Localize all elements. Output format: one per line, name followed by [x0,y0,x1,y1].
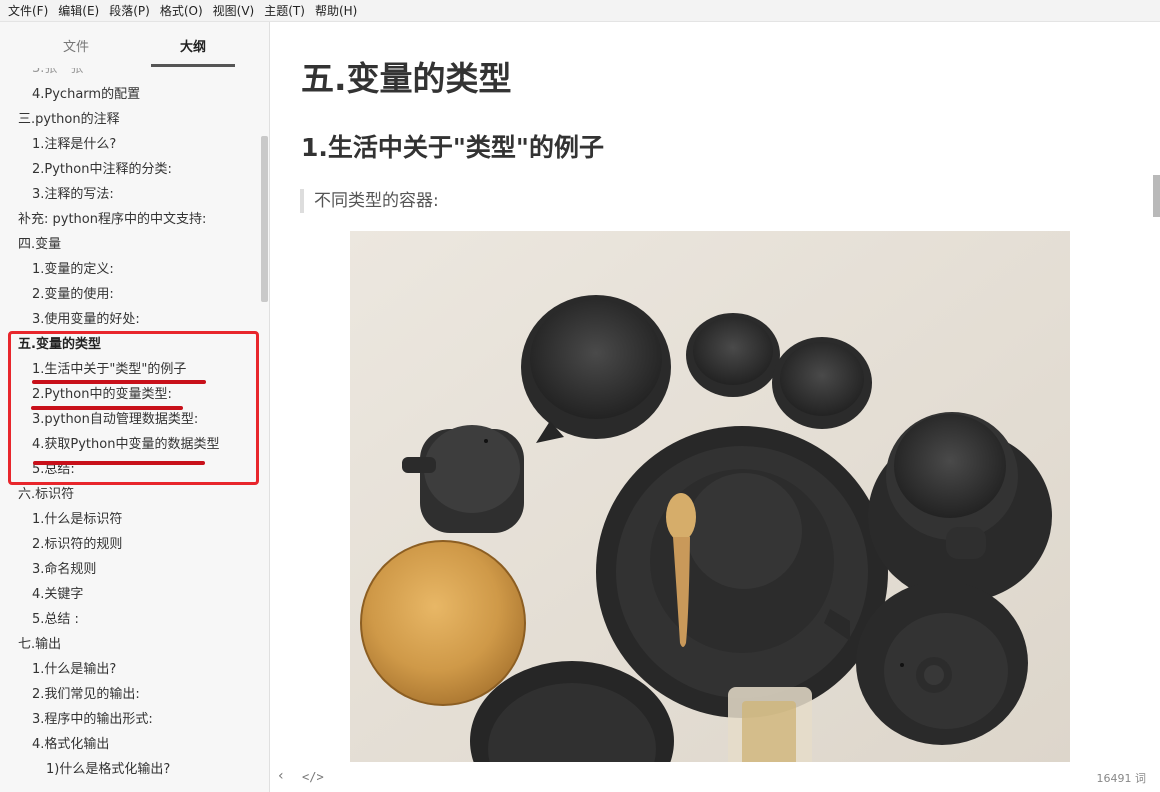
outline-item[interactable]: 2.Python中的变量类型: [0,382,262,407]
outline-item[interactable]: 1.什么是输出? [0,657,262,682]
outline-item[interactable]: 1)什么是格式化输出? [0,757,262,782]
outline-item[interactable]: 3.程序中的输出形式: [0,707,262,732]
outline-list: 3.张一张 4.Pycharm的配置 三.python的注释 1.注释是什么? 2.Py… [0,68,262,782]
menu-item[interactable]: 编辑(E) [54,0,103,22]
outline-item[interactable]: 1.变量的定义: [0,257,262,282]
outline-item[interactable]: 四.变量 [0,232,262,257]
chevron-left-icon[interactable]: ‹ [278,768,284,784]
outline-item[interactable]: 3.python自动管理数据类型: [0,407,262,432]
outline-item[interactable]: 2.变量的使用: [0,282,262,307]
word-count: 16491 词 [1096,772,1147,785]
outline-item[interactable]: 3.张一张 [0,68,262,82]
menu-item[interactable]: 格式(O) [156,0,207,22]
outline-item[interactable]: 5.总结: [0,457,262,482]
sidebar-tabs: 文件 大纲 [0,22,269,68]
outline-item[interactable]: 三.python的注释 [0,107,262,132]
source-code-icon[interactable]: </> [302,770,324,784]
heading-1: 五.变量的类型 [301,59,512,98]
status-bar: ‹ </> 16491 词 [271,762,1160,792]
outline-item[interactable]: 3.命名规则 [0,557,262,582]
outline-item[interactable]: 五.变量的类型 [0,332,262,357]
outline-item[interactable]: 3.使用变量的好处: [0,307,262,332]
outline-item[interactable]: 1.注释是什么? [0,132,262,157]
outline-item[interactable]: 4.获取Python中变量的数据类型 [0,432,262,457]
menu-item[interactable]: 文件(F) [4,0,52,22]
photo-drawing [350,231,1070,762]
outline-item[interactable]: 补充: python程序中的中文支持: [0,207,262,232]
outline-item[interactable]: 2.我们常见的输出: [0,682,262,707]
outline-item[interactable]: 5.总结 : [0,607,262,632]
menu-item[interactable]: 段落(P) [105,0,154,22]
tab-files[interactable]: 文件 [26,36,126,55]
outline-item[interactable]: 2.标识符的规则 [0,532,262,557]
outline-item[interactable]: 4.关键字 [0,582,262,607]
heading-2: 1.生活中关于"类型"的例子 [301,133,604,162]
containers-photo [350,231,1070,762]
outline-item[interactable]: 1.生活中关于"类型"的例子 [0,357,262,382]
menu-item[interactable]: 帮助(H) [311,0,361,22]
tab-outline[interactable]: 大纲 [143,36,243,55]
menu-bar: 文件(F) 编辑(E) 段落(P) 格式(O) 视图(V) 主题(T) 帮助(H) [0,0,1160,22]
outline-item[interactable]: 1.什么是标识符 [0,507,262,532]
sidebar: 文件 大纲 3.张一张 4.Pycharm的配置 三.python的注释 1.注释是什… [0,22,270,792]
editor-scrollbar[interactable] [1153,175,1160,217]
outline-item[interactable]: 2.Python中注释的分类: [0,157,262,182]
sidebar-scrollbar[interactable] [261,136,268,302]
outline-item[interactable]: 六.标识符 [0,482,262,507]
active-tab-indicator [151,64,235,67]
outline-item[interactable]: 3.注释的写法: [0,182,262,207]
blockquote: 不同类型的容器: [300,189,439,213]
editor-pane[interactable]: 五.变量的类型 1.生活中关于"类型"的例子 不同类型的容器: [271,22,1160,762]
menu-item[interactable]: 视图(V) [209,0,259,22]
outline-item[interactable]: 4.Pycharm的配置 [0,82,262,107]
menu-item[interactable]: 主题(T) [260,0,309,22]
outline-item[interactable]: 4.格式化输出 [0,732,262,757]
outline-item[interactable]: 七.输出 [0,632,262,657]
